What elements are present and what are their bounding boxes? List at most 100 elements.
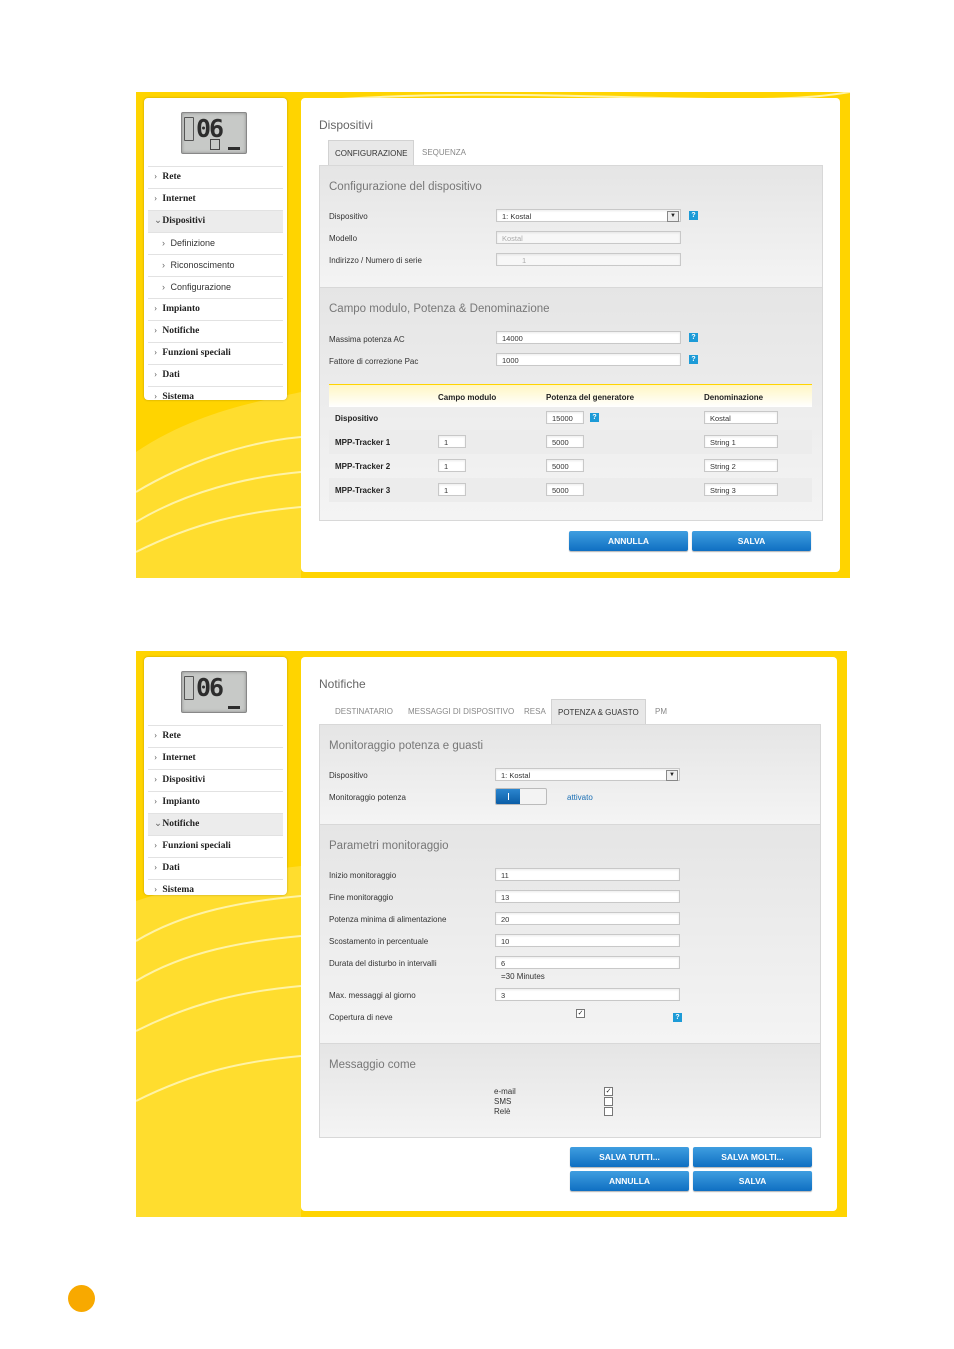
inizio-label: Inizio monitoraggio <box>329 871 397 880</box>
copertura-neve-checkbox[interactable]: ✓ <box>576 1009 585 1018</box>
campo-modulo-input[interactable]: 1 <box>438 435 466 448</box>
sidebar-subitem-definizione[interactable]: › Definizione <box>148 232 283 254</box>
help-icon[interactable]: ? <box>673 1013 682 1022</box>
tab-messaggi-di-dispositivo[interactable]: MESSAGGI DI DISPOSITIVO <box>408 699 514 724</box>
chevron-right-icon: › <box>154 370 158 380</box>
chevron-right-icon: › <box>154 731 158 741</box>
main-content: Notifiche DESTINATARIO MESSAGGI DI DISPO… <box>301 657 837 1211</box>
dropdown-arrow-icon: ▼ <box>667 211 679 222</box>
sidebar-subitem-riconoscimento[interactable]: › Riconoscimento <box>148 254 283 276</box>
section-parametri: Parametri monitoraggio Inizio monitoragg… <box>320 825 820 1043</box>
sidebar-item-notifiche[interactable]: › Notifiche <box>148 320 283 342</box>
durata-note: =30 Minutes <box>501 972 545 981</box>
potenza-input[interactable]: 15000 <box>546 411 584 424</box>
dispositivo-select[interactable]: 1: Kostal ▼ <box>496 209 681 222</box>
potenza-minima-input[interactable]: 20 <box>495 912 680 925</box>
chevron-right-icon: › <box>154 797 158 807</box>
section-title: Monitoraggio potenza e guasti <box>329 740 484 752</box>
page-title: Dispositivi <box>319 118 374 132</box>
sidebar-item-impianto[interactable]: › Impianto <box>148 791 283 813</box>
option-rele-label: Relè <box>494 1107 511 1116</box>
main-content: Dispositivi CONFIGURAZIONE SEQUENZA Conf… <box>301 98 840 572</box>
dispositivo-select[interactable]: 1: Kostal ▼ <box>495 768 680 781</box>
help-icon[interactable]: ? <box>590 413 599 422</box>
scostamento-input[interactable]: 10 <box>495 934 680 947</box>
sidebar-subitem-configurazione[interactable]: › Configurazione <box>148 276 283 298</box>
indirizzo-label: Indirizzo / Numero di serie <box>329 256 422 265</box>
tab-potenza-guasto[interactable]: POTENZA & GUASTO <box>551 699 646 725</box>
help-icon[interactable]: ? <box>689 211 698 220</box>
monitoraggio-toggle[interactable] <box>495 788 547 805</box>
massima-potenza-label: Massima potenza AC <box>329 335 405 344</box>
chevron-right-icon: › <box>162 282 165 292</box>
help-icon[interactable]: ? <box>689 333 698 342</box>
tab-destinatario[interactable]: DESTINATARIO <box>335 699 393 724</box>
potenza-input[interactable]: 5000 <box>546 435 584 448</box>
save-button[interactable]: SALVA <box>693 1171 812 1191</box>
dots-icon <box>228 147 240 150</box>
sidebar-item-sistema[interactable]: › Sistema <box>148 386 283 408</box>
denominazione-input[interactable]: String 2 <box>704 459 778 472</box>
max-messaggi-input[interactable]: 3 <box>495 988 680 1001</box>
sidebar-item-rete[interactable]: › Rete <box>148 166 283 188</box>
sidebar-item-sistema[interactable]: › Sistema <box>148 879 283 901</box>
sidebar-item-funzioni-speciali[interactable]: › Funzioni speciali <box>148 342 283 364</box>
lcd-digits: 06 <box>196 673 224 702</box>
cancel-button[interactable]: ANNULLA <box>570 1171 689 1191</box>
cancel-button[interactable]: ANNULLA <box>569 531 688 551</box>
section-campo-modulo: Campo modulo, Potenza & Denominazione Ma… <box>320 288 822 520</box>
campo-modulo-input[interactable]: 1 <box>438 483 466 496</box>
denominazione-input[interactable]: String 1 <box>704 435 778 448</box>
chevron-right-icon: › <box>154 172 158 182</box>
tab-configurazione[interactable]: CONFIGURAZIONE <box>328 140 415 166</box>
section-device-config: Configurazione del dispositivo Dispositi… <box>320 166 822 287</box>
fattore-correzione-label: Fattore di correzione Pac <box>329 357 419 366</box>
save-many-button[interactable]: SALVA MOLTI... <box>693 1147 812 1167</box>
sidebar-item-dati[interactable]: › Dati <box>148 364 283 386</box>
save-all-button[interactable]: SALVA TUTTI... <box>570 1147 689 1167</box>
help-icon[interactable]: ? <box>689 355 698 364</box>
sidebar-item-impianto[interactable]: › Impianto <box>148 298 283 320</box>
screenshot-dispositivi: 06 › Rete › Internet ⌄ Dispositivi › Def… <box>136 92 850 578</box>
column-header: Campo modulo <box>438 393 497 402</box>
tab-bar: DESTINATARIO MESSAGGI DI DISPOSITIVO RES… <box>319 699 819 725</box>
fine-input[interactable]: 13 <box>495 890 680 903</box>
sidebar-item-dati[interactable]: › Dati <box>148 857 283 879</box>
potenza-input[interactable]: 5000 <box>546 459 584 472</box>
chevron-right-icon: › <box>154 194 158 204</box>
sidebar-item-notifiche[interactable]: ⌄ Notifiche <box>148 813 283 835</box>
table-row: MPP-Tracker 2 1 5000 String 2 <box>329 454 812 478</box>
sidebar-item-internet[interactable]: › Internet <box>148 747 283 769</box>
sidebar-item-dispositivi[interactable]: › Dispositivi <box>148 769 283 791</box>
modello-label: Modello <box>329 234 358 243</box>
potenza-input[interactable]: 5000 <box>546 483 584 496</box>
fattore-correzione-input[interactable]: 1000 <box>496 353 681 366</box>
option-email-checkbox[interactable]: ✓ <box>604 1087 613 1096</box>
lcd-display: 06 <box>181 671 247 713</box>
tab-pm[interactable]: PM <box>655 699 667 724</box>
option-sms-checkbox[interactable] <box>604 1097 613 1106</box>
sidebar-item-dispositivi[interactable]: ⌄ Dispositivi <box>148 210 283 232</box>
lcd-display: 06 <box>181 112 247 154</box>
denominazione-input[interactable]: String 3 <box>704 483 778 496</box>
chevron-right-icon: › <box>162 238 165 248</box>
massima-potenza-input[interactable]: 14000 <box>496 331 681 344</box>
campo-modulo-input[interactable]: 1 <box>438 459 466 472</box>
save-button[interactable]: SALVA <box>692 531 811 551</box>
tab-resa[interactable]: RESA <box>524 699 546 724</box>
option-rele-checkbox[interactable] <box>604 1107 613 1116</box>
form-box: Configurazione del dispositivo Dispositi… <box>319 165 823 521</box>
section-title: Parametri monitoraggio <box>329 840 449 852</box>
chevron-right-icon: › <box>162 260 165 270</box>
chevron-down-icon: ⌄ <box>154 216 162 226</box>
chevron-right-icon: › <box>154 304 158 314</box>
durata-input[interactable]: 6 <box>495 956 680 969</box>
sidebar-item-rete[interactable]: › Rete <box>148 725 283 747</box>
sidebar-item-funzioni-speciali[interactable]: › Funzioni speciali <box>148 835 283 857</box>
inizio-input[interactable]: 11 <box>495 868 680 881</box>
sidebar-nav: › Rete › Internet › Dispositivi › Impian… <box>148 725 283 901</box>
sidebar-item-internet[interactable]: › Internet <box>148 188 283 210</box>
tab-sequenza[interactable]: SEQUENZA <box>422 140 466 165</box>
tab-bar: CONFIGURAZIONE SEQUENZA <box>328 140 628 166</box>
denominazione-input[interactable]: Kostal <box>704 411 778 424</box>
